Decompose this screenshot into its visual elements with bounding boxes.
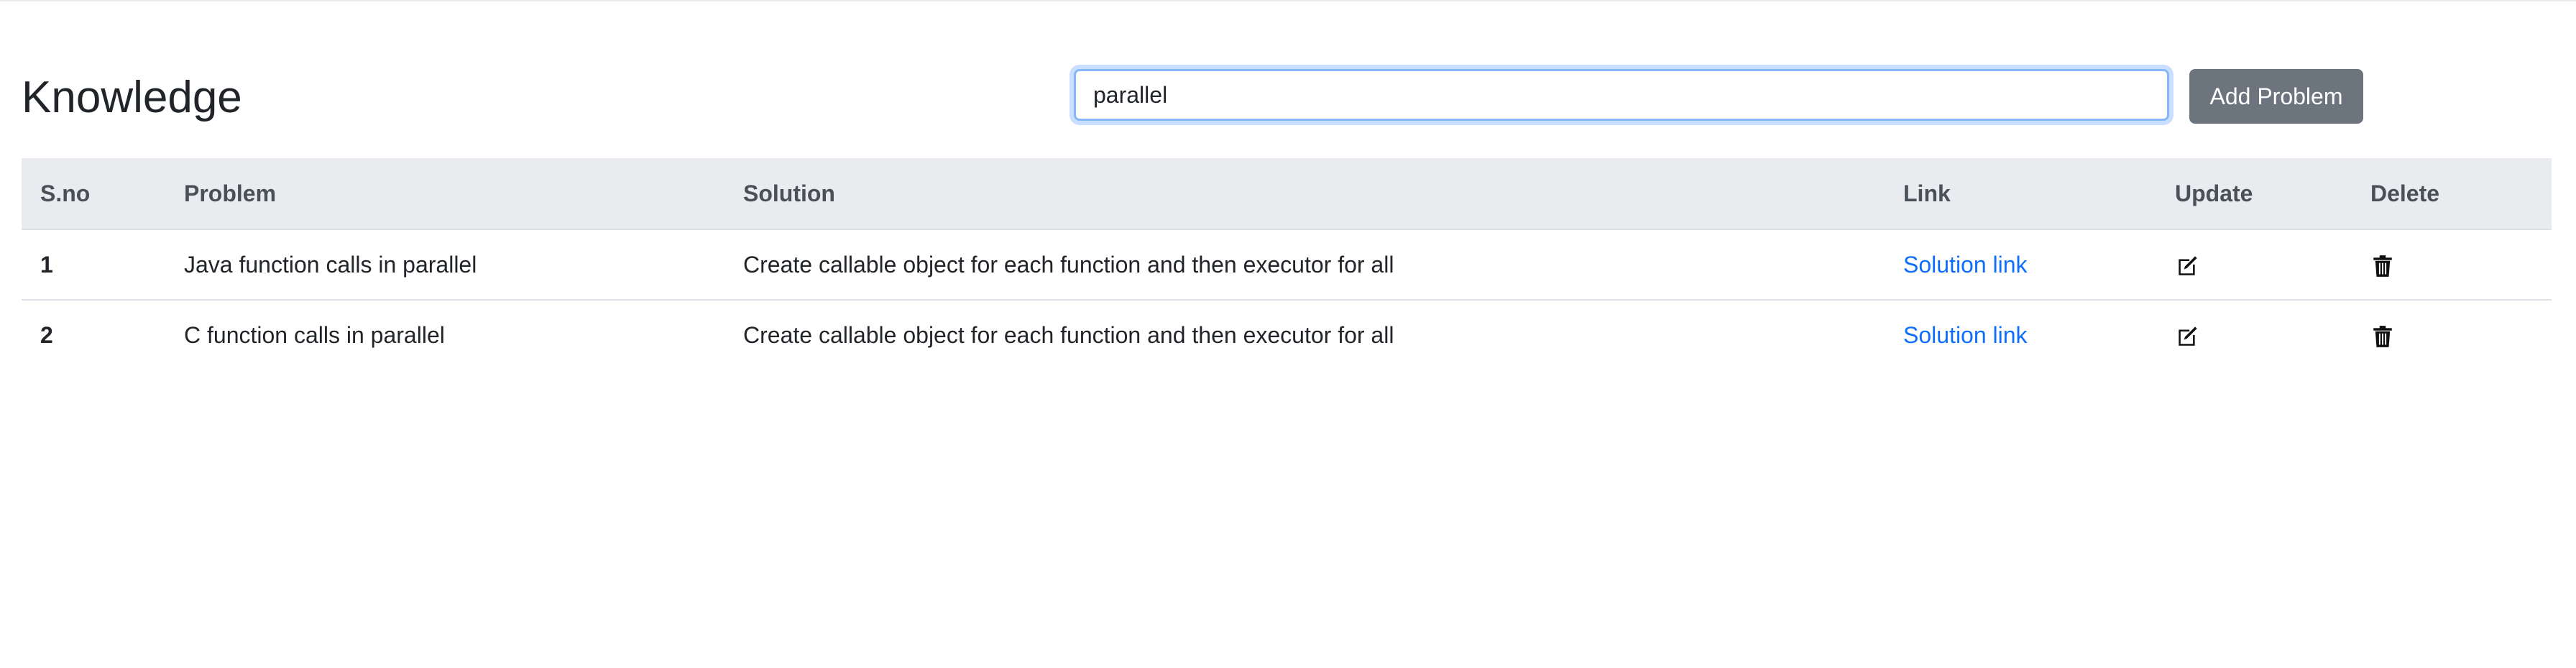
table-row: 2 C function calls in parallel Create ca… xyxy=(22,300,2552,370)
top-border xyxy=(0,0,2576,1)
row-solution: Create callable object for each function… xyxy=(724,229,1885,301)
row-update-cell xyxy=(2156,229,2352,301)
problems-table-container: S.no Problem Solution Link Update Delete… xyxy=(22,158,2552,370)
column-header-update: Update xyxy=(2156,158,2352,230)
column-header-link: Link xyxy=(1885,158,2156,230)
column-header-problem: Problem xyxy=(165,158,724,230)
row-problem: Java function calls in parallel xyxy=(165,229,724,301)
search-input[interactable] xyxy=(1074,69,2169,121)
column-header-solution: Solution xyxy=(724,158,1885,230)
row-delete-cell xyxy=(2352,229,2552,301)
page-title: Knowledge xyxy=(22,73,242,122)
page-header: Knowledge Add Problem xyxy=(22,66,2552,129)
row-link-cell: Solution link xyxy=(1885,300,2156,370)
row-sno: 1 xyxy=(22,229,165,301)
trash-icon[interactable] xyxy=(2370,254,2395,278)
row-problem: C function calls in parallel xyxy=(184,321,445,348)
row-delete-cell xyxy=(2352,300,2552,370)
table-row: 1 Java function calls in parallel Create… xyxy=(22,229,2552,301)
row-sno: 2 xyxy=(40,321,53,348)
row-solution: Create callable object for each function… xyxy=(743,321,1394,348)
column-header-sno: S.no xyxy=(22,158,165,230)
edit-icon[interactable] xyxy=(2175,254,2199,278)
edit-icon[interactable] xyxy=(2175,324,2199,349)
column-header-delete: Delete xyxy=(2352,158,2552,230)
solution-link[interactable]: Solution link xyxy=(1903,322,2028,348)
solution-link[interactable]: Solution link xyxy=(1903,252,2028,278)
problems-table: S.no Problem Solution Link Update Delete… xyxy=(22,158,2552,370)
table-header-row: S.no Problem Solution Link Update Delete xyxy=(22,158,2552,230)
add-problem-button[interactable]: Add Problem xyxy=(2189,69,2363,124)
row-link-cell: Solution link xyxy=(1885,229,2156,301)
trash-icon[interactable] xyxy=(2370,324,2395,349)
row-update-cell xyxy=(2156,300,2352,370)
